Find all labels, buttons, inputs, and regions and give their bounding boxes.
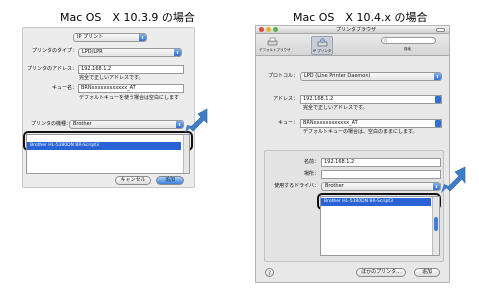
right-pointer-arrow-icon (441, 166, 466, 193)
toolbar-default-browser[interactable]: デフォルトブラウザ (259, 36, 291, 55)
right-queue-history-icon[interactable] (435, 120, 441, 127)
left-cancel-button[interactable]: キャンセル (115, 176, 151, 185)
right-window-title: プリンタブラウザ (336, 27, 377, 33)
left-driver-list[interactable]: Brother HL-5380DN BR-Script3 (26, 134, 190, 174)
right-location-label: 場所： (303, 171, 319, 177)
right-protocol-value: LPD (Line Printer Daemon) (304, 73, 371, 79)
toolbar-default-label: デフォルトブラウザ (259, 48, 291, 52)
right-title-bar: プリンタブラウザ (256, 26, 449, 34)
printer-icon (267, 37, 278, 46)
scrollbar-thumb[interactable] (434, 217, 438, 231)
left-queue-input[interactable]: BRNxxxxxxxxxxxx_AT (78, 84, 184, 93)
right-queue-note: デフォルトキューの場合は、空白のままにします。 (303, 129, 418, 135)
left-printer-type-label: プリンタのタイプ： (31, 48, 77, 54)
right-address-input[interactable]: 192.168.1.2 (300, 95, 442, 104)
left-protocol-value: IP プリント (77, 34, 104, 40)
left-address-label: プリンタのアドレス： (26, 66, 77, 72)
right-address-label: アドレス： (272, 96, 298, 102)
right-location-input[interactable] (321, 170, 441, 179)
left-address-input[interactable]: 192.168.1.2 (78, 65, 184, 74)
right-queue-label: キュー： (277, 120, 298, 126)
right-section-title: Mac OS X 10.4.x の場合 (293, 11, 428, 24)
right-lower-panel: 名前： 192.168.1.2 場所： 使用するドライバ： Brother ⬍ … (264, 150, 444, 262)
list-item[interactable] (321, 207, 431, 213)
left-address-note: 完全で正しいアドレスです。 (79, 75, 144, 81)
popup-arrows-icon: ⬍ (174, 49, 181, 56)
globe-printer-icon (317, 38, 328, 47)
list-item[interactable] (27, 136, 181, 141)
toolbar-ip-printer[interactable]: IP プリンタ (311, 36, 333, 55)
right-driver-value: Brother (325, 183, 344, 189)
left-model-label: プリンタの機種： (31, 121, 72, 127)
right-add-button[interactable]: 追加 (414, 268, 440, 277)
left-queue-note: デフォルトキューを使う場合は空白にします (79, 95, 180, 101)
left-pointer-arrow-icon (185, 108, 208, 133)
left-add-button[interactable]: 追加 (156, 176, 184, 185)
help-icon: ? (267, 270, 272, 277)
minimize-icon[interactable] (266, 27, 271, 32)
right-protocol-label: プロトコル： (267, 73, 298, 79)
toolbar-search-field[interactable]: Q (381, 37, 436, 44)
list-scrollbar[interactable] (183, 135, 189, 173)
left-protocol-popup[interactable]: IP プリント ⬍ (73, 33, 147, 42)
right-driver-list[interactable]: Brother HL-5380DN BR-Script3 (320, 196, 440, 256)
popup-arrows-icon: ⬍ (139, 34, 146, 41)
right-driver-popup[interactable]: Brother ⬍ (321, 182, 441, 191)
popup-arrows-icon: ⬍ (434, 73, 441, 80)
right-address-note: 完全で正しいアドレスです。 (303, 105, 368, 111)
zoom-icon[interactable] (273, 27, 278, 32)
toolbar-search-caption: 検索 (404, 47, 411, 51)
right-selected-driver-row[interactable]: Brother HL-5380DN BR-Script3 (321, 198, 431, 206)
left-model-value: Brother (73, 121, 92, 127)
left-queue-label: キュー名： (51, 85, 77, 91)
left-section-title: Mac OS X 10.3.9 の場合 (60, 11, 195, 24)
left-printer-type-popup[interactable]: LPD/LPR ⬍ (78, 48, 182, 57)
right-protocol-popup[interactable]: LPD (Line Printer Daemon) ⬍ (300, 72, 442, 81)
right-more-printers-button[interactable]: ほかのプリンタ... (356, 268, 406, 277)
left-add-printer-panel: IP プリント ⬍ プリンタのタイプ： LPD/LPR ⬍ プリンタのアドレス：… (22, 27, 195, 188)
left-model-popup[interactable]: Brother ⬍ (69, 120, 184, 129)
right-queue-input[interactable]: BRNxxxxxxxxxxxx_AT (300, 119, 442, 128)
toolbar-ip-label: IP プリンタ (313, 49, 332, 53)
left-selected-driver-row[interactable]: Brother HL-5380DN BR-Script3 (27, 142, 181, 150)
right-address-history-icon[interactable] (435, 96, 441, 103)
right-toolbar: デフォルトブラウザ IP プリンタ Q 検索 (256, 35, 449, 56)
left-printer-type-value: LPD/LPR (82, 49, 103, 55)
right-driver-label: 使用するドライバ： (274, 183, 319, 189)
right-printer-browser-window: プリンタブラウザ デフォルトブラウザ IP プリンタ Q 検索 プロトコル： L… (255, 25, 450, 283)
right-name-input[interactable]: 192.168.1.2 (321, 158, 441, 167)
toolbar-toggle-icon[interactable] (436, 28, 445, 32)
list-scrollbar[interactable] (432, 197, 439, 255)
close-icon[interactable] (259, 27, 264, 32)
right-name-label: 名前： (303, 159, 319, 165)
help-button[interactable]: ? (265, 268, 274, 277)
